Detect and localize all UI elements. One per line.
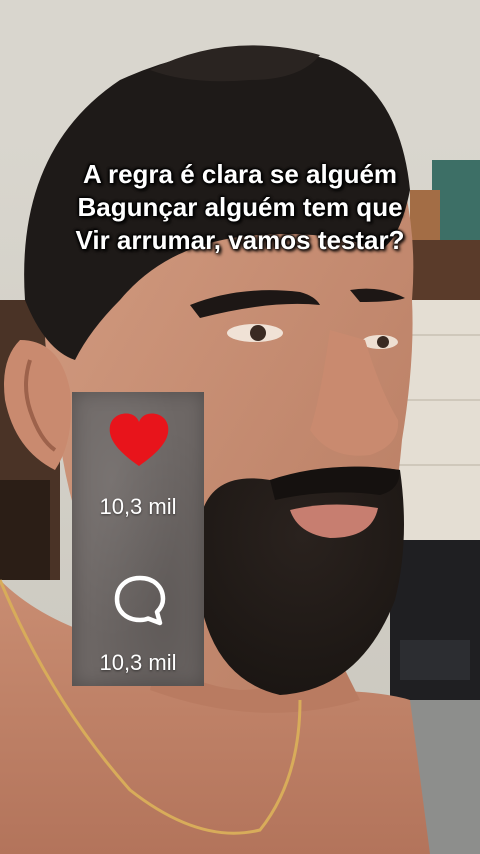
caption-line-2: Bagunçar alguém tem que [77,192,403,222]
likes-count: 10,3 mil [99,494,177,519]
heart-icon[interactable] [106,410,172,470]
video-frame: A regra é clara se alguém Bagunçar algué… [0,0,480,854]
caption-line-3: Vir arrumar, vamos testar? [75,225,405,255]
comment-bubble-icon[interactable] [112,572,168,628]
comments-count: 10,3 mil [99,650,177,675]
engagement-panel: 10,3 mil 10,3 mil [72,392,204,686]
video-caption: A regra é clara se alguém Bagunçar algué… [0,158,480,257]
caption-line-1: A regra é clara se alguém [82,159,398,189]
